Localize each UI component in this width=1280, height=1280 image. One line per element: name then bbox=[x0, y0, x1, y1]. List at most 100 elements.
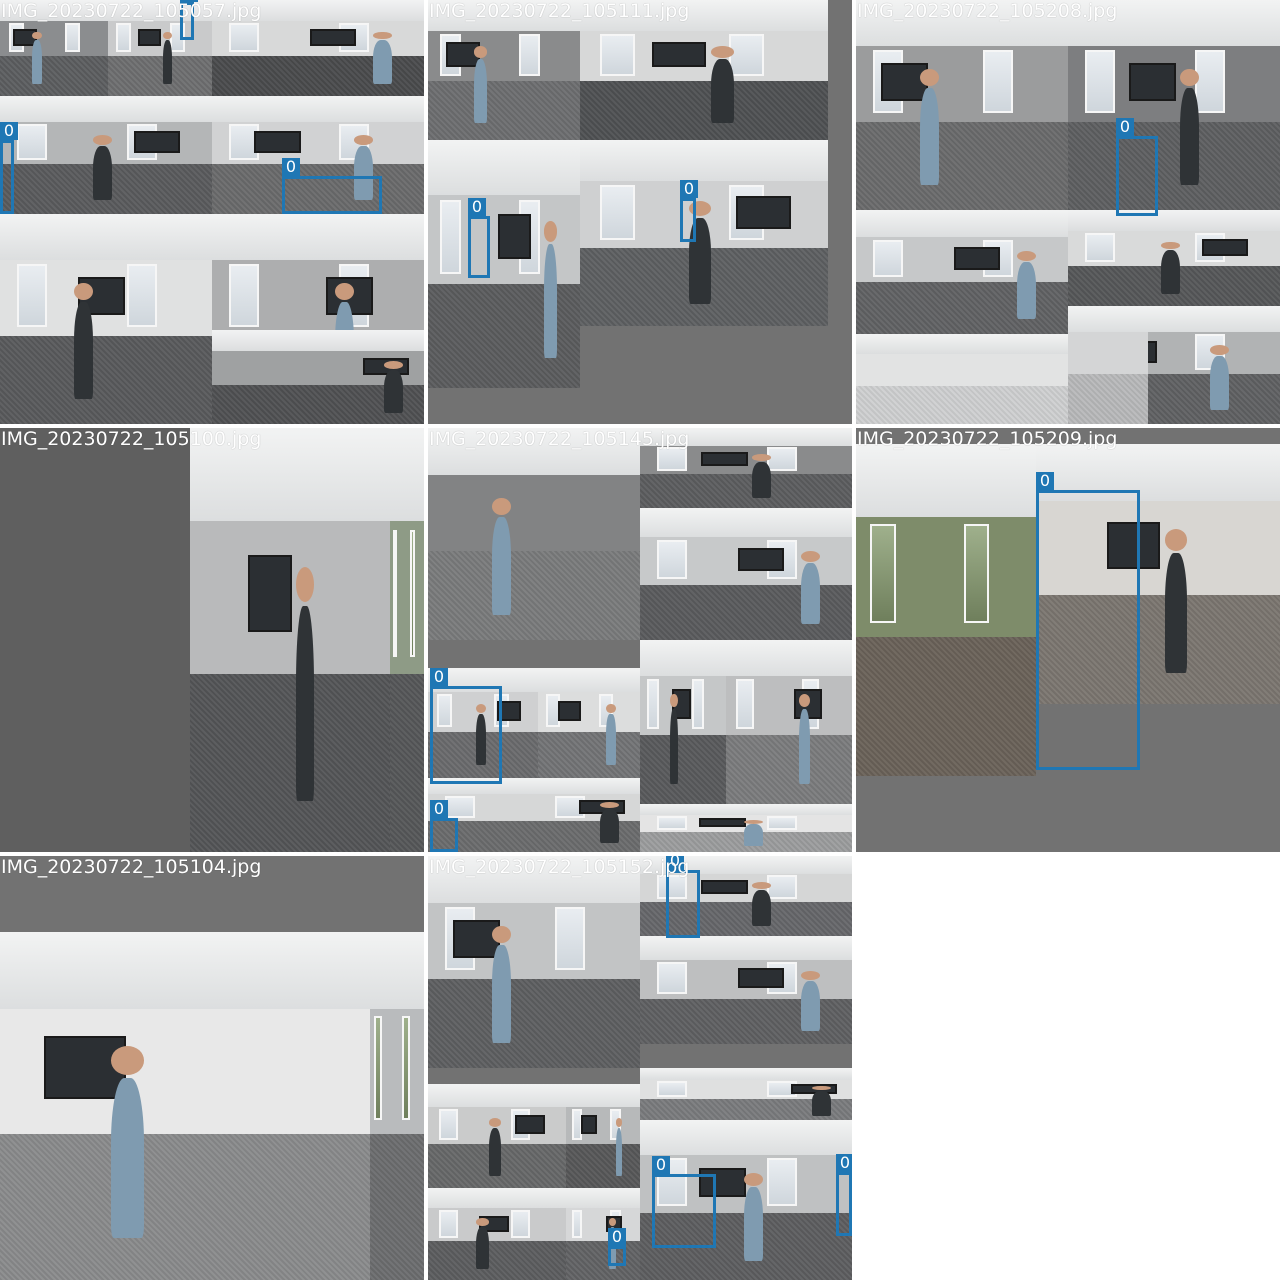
tile-person bbox=[473, 45, 488, 124]
tile-floor bbox=[428, 81, 580, 140]
detection-class-label: 0 bbox=[282, 158, 300, 176]
tile-ceiling bbox=[390, 428, 424, 522]
tile-ceiling bbox=[538, 668, 640, 693]
tile-screen bbox=[497, 214, 532, 260]
detection-box: 0 bbox=[652, 1156, 716, 1248]
tile-person-head bbox=[354, 134, 374, 145]
tile-screen bbox=[699, 818, 746, 828]
photo-tile bbox=[428, 1084, 566, 1188]
tile-ceiling bbox=[566, 1084, 640, 1107]
tile-person bbox=[752, 882, 772, 927]
tile-window bbox=[402, 1015, 410, 1120]
mosaic-cell-2: 0 0 IMG_20230722_105111.jpg bbox=[428, 0, 852, 424]
tile-floor bbox=[0, 1133, 370, 1280]
mosaic-cell-5: 0 0 IMG_20230722_105145.jpg bbox=[428, 428, 852, 852]
mosaic-cell-3: 0 IMG_20230722_105208.jpg bbox=[856, 0, 1280, 424]
photo-tile bbox=[390, 428, 424, 852]
tile-person bbox=[488, 1118, 502, 1176]
tile-person bbox=[163, 31, 173, 85]
tile-window bbox=[410, 529, 416, 657]
tile-floor bbox=[640, 735, 726, 804]
photo-tile bbox=[640, 804, 852, 852]
tile-person-head bbox=[615, 1118, 623, 1127]
tile-person bbox=[1017, 250, 1037, 320]
tile-person bbox=[606, 704, 616, 765]
tile-person bbox=[111, 1046, 145, 1239]
tile-screen bbox=[737, 547, 785, 572]
tile-person-head bbox=[711, 45, 734, 58]
image-filename-caption: IMG_20230722_105111.jpg bbox=[429, 0, 690, 22]
tile-window bbox=[964, 523, 990, 624]
tile-person bbox=[599, 802, 619, 844]
tile-screen bbox=[133, 131, 181, 153]
tile-floor bbox=[580, 81, 828, 140]
tile-floor bbox=[726, 735, 852, 804]
tile-ceiling bbox=[1068, 210, 1280, 232]
tile-person bbox=[752, 454, 772, 499]
mosaic-cell-4: IMG_20230722_105100.jpg bbox=[0, 428, 424, 852]
tile-window bbox=[439, 1108, 459, 1141]
tile-screen bbox=[580, 1115, 598, 1134]
tile-window bbox=[519, 33, 541, 76]
empty-grid-slot bbox=[856, 856, 1280, 1280]
tile-person-head bbox=[743, 1172, 763, 1186]
tile-ceiling bbox=[580, 140, 828, 181]
image-filename-caption: IMG_20230722_105208.jpg bbox=[857, 0, 1118, 22]
photo-tile bbox=[0, 932, 370, 1280]
tile-ceiling bbox=[428, 140, 580, 195]
detection-class-label: 0 bbox=[680, 180, 698, 198]
photo-tile bbox=[0, 214, 212, 424]
photo-tile bbox=[190, 428, 390, 852]
tile-screen bbox=[514, 1115, 546, 1134]
tile-floor bbox=[856, 281, 1068, 334]
tile-ceiling bbox=[0, 932, 370, 1009]
tile-person bbox=[543, 221, 558, 359]
photo-tile bbox=[428, 140, 580, 388]
tile-screen bbox=[651, 42, 707, 68]
detection-box: 0 bbox=[680, 180, 698, 242]
tile-ceiling bbox=[640, 640, 726, 677]
tile-person-head bbox=[606, 704, 616, 714]
tile-window bbox=[64, 23, 80, 52]
tile-ceiling bbox=[212, 214, 424, 261]
tile-floor bbox=[566, 1241, 640, 1280]
image-filename-caption: IMG_20230722_105145.jpg bbox=[429, 428, 690, 450]
tile-person bbox=[799, 693, 811, 785]
tile-person bbox=[383, 360, 403, 413]
detection-class-label: 0 bbox=[430, 668, 448, 686]
tile-window bbox=[440, 199, 462, 274]
mosaic-cell-6: 0 IMG_20230722_105209.jpg bbox=[856, 428, 1280, 852]
tile-person-head bbox=[1017, 250, 1037, 261]
tile-ceiling bbox=[1068, 306, 1148, 332]
tile-person bbox=[476, 1218, 489, 1269]
detection-box: 0 bbox=[468, 198, 490, 278]
detection-box: 0 bbox=[282, 158, 382, 214]
tile-person bbox=[32, 31, 43, 85]
photo-tile bbox=[0, 428, 190, 852]
mosaic-cell-7: IMG_20230722_105104.jpg bbox=[0, 856, 424, 1280]
tile-screen bbox=[558, 701, 581, 721]
tile-ceiling bbox=[212, 96, 424, 122]
tile-screen bbox=[248, 555, 292, 632]
detection-class-label: 0 bbox=[652, 1156, 670, 1174]
tile-window bbox=[870, 523, 896, 624]
tile-window bbox=[767, 875, 797, 900]
tile-person-head bbox=[919, 68, 939, 87]
tile-screen bbox=[309, 28, 357, 47]
tile-window bbox=[599, 184, 635, 241]
tile-person-head bbox=[670, 693, 678, 708]
tile-window bbox=[728, 33, 764, 76]
tile-person bbox=[743, 819, 763, 847]
tile-window bbox=[691, 679, 704, 729]
photo-tile bbox=[428, 778, 640, 852]
detection-class-label: 0 bbox=[430, 800, 448, 818]
photo-tile bbox=[856, 210, 1068, 334]
photo-tile bbox=[428, 856, 640, 1068]
photo-tile bbox=[856, 444, 1036, 776]
tile-window bbox=[767, 1158, 797, 1207]
photo-tile bbox=[640, 508, 852, 640]
tile-screen bbox=[736, 195, 791, 230]
tile-window bbox=[228, 23, 259, 52]
tile-floor bbox=[640, 584, 852, 640]
tile-window bbox=[374, 1015, 382, 1120]
